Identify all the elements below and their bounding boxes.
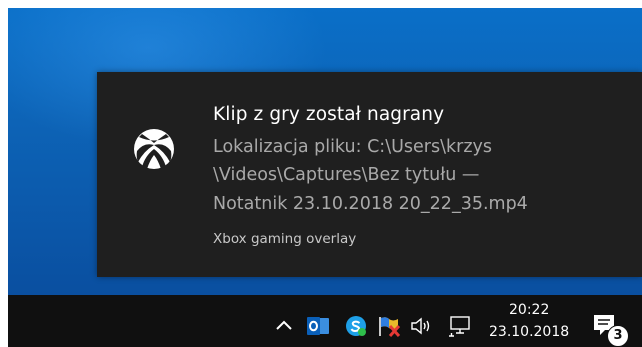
volume-icon[interactable] bbox=[410, 316, 434, 336]
toast-source: Xbox gaming overlay bbox=[213, 231, 357, 247]
chevron-up-icon[interactable] bbox=[274, 316, 294, 336]
skype-icon[interactable] bbox=[345, 315, 367, 337]
clock-time[interactable]: 20:22 bbox=[509, 302, 549, 318]
notification-count-badge: 3 bbox=[607, 325, 629, 347]
clock-date[interactable]: 23.10.2018 bbox=[489, 324, 569, 340]
outlook-icon[interactable] bbox=[306, 314, 330, 338]
security-flag-icon[interactable] bbox=[377, 314, 401, 338]
toast-body-line-3: Notatnik 23.10.2018 20_22_35.mp4 bbox=[213, 194, 528, 214]
toast-title: Klip z gry został nagrany bbox=[213, 104, 445, 125]
xbox-icon bbox=[134, 129, 174, 169]
toast-body-line-2: \Videos\Captures\Bez tytułu — bbox=[213, 165, 480, 185]
network-icon[interactable] bbox=[448, 314, 474, 338]
screen-edge bbox=[0, 0, 642, 8]
toast-body-line-1: Lokalizacja pliku: C:\Users\krzys bbox=[213, 137, 492, 157]
screen: Klip z gry został nagrany Lokalizacja pl… bbox=[0, 0, 642, 347]
